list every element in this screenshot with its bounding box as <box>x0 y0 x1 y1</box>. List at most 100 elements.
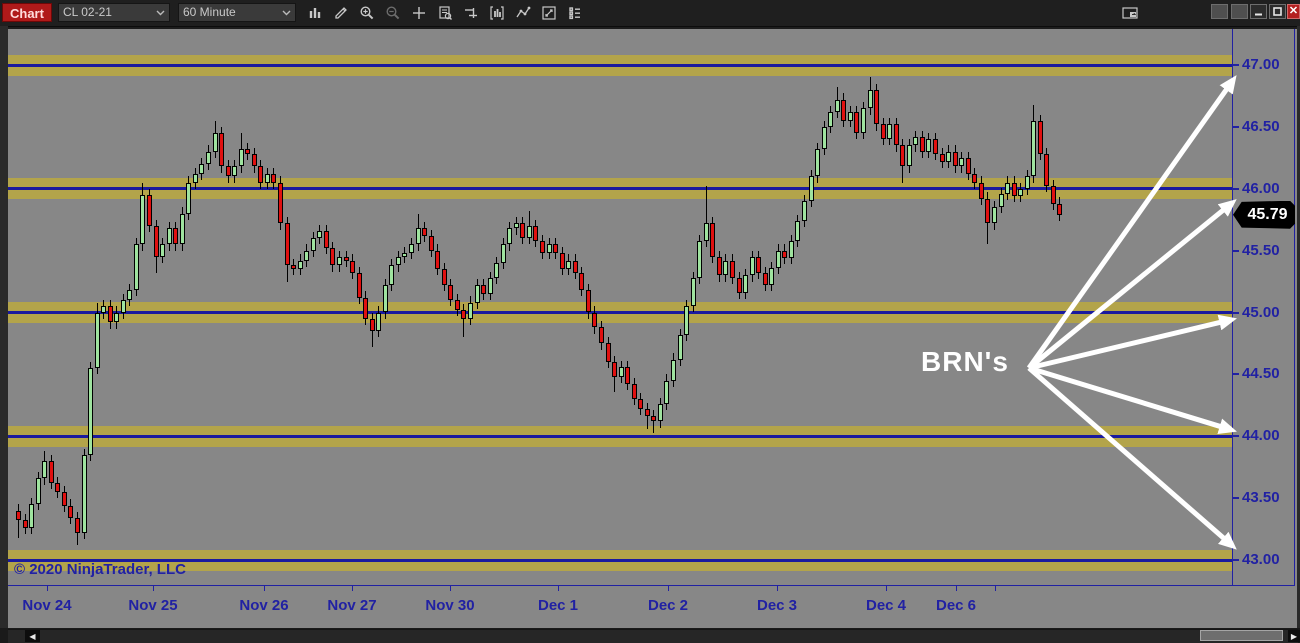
candle-body <box>108 306 113 322</box>
pencil-icon[interactable] <box>330 4 352 22</box>
candle-body <box>239 149 244 166</box>
candle-body <box>88 368 93 455</box>
scrollbar-track[interactable] <box>8 629 1298 643</box>
date-tick-label: Nov 26 <box>239 597 288 614</box>
price-tick <box>1233 250 1239 252</box>
candle-body <box>298 261 303 270</box>
brn-annotation-text[interactable]: BRN's <box>921 346 1009 378</box>
window-left-border <box>0 26 8 643</box>
scroll-left-button[interactable]: ◀ <box>25 630 40 642</box>
date-tick-label: Dec 1 <box>538 597 578 614</box>
date-tick <box>956 585 957 591</box>
candle-body <box>213 133 218 152</box>
chart-style-icon[interactable] <box>304 4 326 22</box>
price-tick <box>1233 373 1239 375</box>
candle-body <box>468 303 473 319</box>
candle-body <box>330 248 335 265</box>
date-tick <box>995 585 996 591</box>
candle-body <box>835 100 840 112</box>
candle-body <box>1018 189 1023 196</box>
candle-body <box>186 183 191 214</box>
toolbar: Chart CL 02-21 60 Minute <box>0 0 1300 27</box>
minimize-button[interactable] <box>1250 4 1267 19</box>
candle-body <box>317 231 322 238</box>
tab-chart[interactable]: Chart <box>2 3 52 22</box>
interval-select[interactable]: 60 Minute <box>178 3 296 22</box>
candle-body <box>678 335 683 360</box>
copyright-text: © 2020 NinjaTrader, LLC <box>14 561 186 578</box>
zoom-out-icon[interactable] <box>382 4 404 22</box>
candle-wick <box>463 304 464 337</box>
price-tick-label: 44.50 <box>1242 365 1296 382</box>
candle-body <box>409 244 414 253</box>
price-tick-label: 46.00 <box>1242 180 1296 197</box>
candle-body <box>16 511 21 521</box>
candle-body <box>586 290 591 312</box>
brn-band-centerline <box>8 311 1232 314</box>
candle-body <box>461 310 466 319</box>
brn-band-centerline <box>8 64 1232 67</box>
instrument-link-icon[interactable] <box>1120 4 1142 22</box>
horizontal-scrollbar[interactable]: ◀ ▶ <box>0 628 1300 643</box>
candle-body <box>219 133 224 166</box>
price-tick <box>1233 497 1239 499</box>
zoom-in-icon[interactable] <box>356 4 378 22</box>
price-tick <box>1233 559 1239 561</box>
candle-body <box>868 90 873 109</box>
candle-body <box>337 257 342 266</box>
candle-body <box>494 263 499 278</box>
candle-body <box>127 290 132 300</box>
candle-body <box>271 174 276 183</box>
candle-body <box>684 306 689 334</box>
candle-body <box>226 166 231 176</box>
candle-body <box>36 478 41 504</box>
candle-body <box>1031 121 1036 177</box>
candle-body <box>992 207 997 223</box>
instrument-select[interactable]: CL 02-21 <box>58 3 170 22</box>
date-tick-label: Nov 27 <box>327 597 376 614</box>
data-box-icon[interactable] <box>434 4 456 22</box>
price-levels-icon[interactable] <box>460 4 482 22</box>
crosshair-icon[interactable] <box>408 4 430 22</box>
scrollbar-thumb[interactable] <box>1200 630 1283 641</box>
date-tick-label: Nov 30 <box>425 597 474 614</box>
price-tick <box>1233 435 1239 437</box>
candle-body <box>101 306 106 312</box>
window-tab-icon[interactable] <box>1211 4 1228 19</box>
chart-properties-icon[interactable] <box>538 4 560 22</box>
candle-body <box>789 241 794 258</box>
window-pin-icon[interactable] <box>1231 4 1248 19</box>
candle-body <box>606 343 611 362</box>
candle-body <box>140 195 145 245</box>
brn-band-centerline <box>8 559 1232 562</box>
candle-body <box>795 221 800 241</box>
candle-body <box>304 251 309 261</box>
close-button[interactable]: ✕ <box>1287 4 1300 19</box>
data-series-icon[interactable] <box>564 4 586 22</box>
candle-body <box>658 404 663 421</box>
candle-body <box>389 265 394 285</box>
candle-body <box>1044 154 1049 186</box>
indicators-icon[interactable] <box>512 4 534 22</box>
date-tick-label: Dec 6 <box>936 597 976 614</box>
price-tick-label: 46.50 <box>1242 118 1296 135</box>
candle-body <box>429 236 434 251</box>
candle-body <box>344 257 349 261</box>
scroll-right-button[interactable]: ▶ <box>1288 630 1300 642</box>
chart-canvas[interactable] <box>8 29 1232 585</box>
candle-body <box>540 241 545 253</box>
maximize-button[interactable] <box>1269 4 1286 19</box>
candle-body <box>68 506 73 518</box>
candle-body <box>265 174 270 183</box>
candle-body <box>671 360 676 381</box>
candle-body <box>881 124 886 139</box>
candle-body <box>311 238 316 250</box>
candle-body <box>547 244 552 253</box>
candle-body <box>625 367 630 384</box>
candle-body <box>599 327 604 343</box>
chart-trader-icon[interactable] <box>486 4 508 22</box>
candle-body <box>933 139 938 154</box>
candle-body <box>730 261 735 278</box>
price-tick-label: 45.00 <box>1242 304 1296 321</box>
candle-body <box>396 257 401 266</box>
